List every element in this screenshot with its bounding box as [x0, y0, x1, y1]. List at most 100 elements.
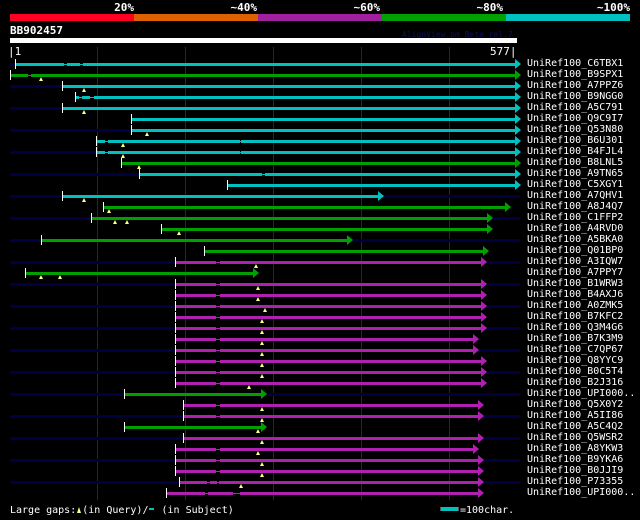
- legend-in-query: (in Query)/: [82, 505, 149, 516]
- subject-gap-line: [239, 152, 242, 153]
- end-arrow-icon: [487, 224, 494, 234]
- start-tick: [166, 488, 167, 498]
- scale-segment-60: [258, 14, 382, 21]
- subject-gap-line: [215, 306, 221, 307]
- alignment-bar[interactable]: [90, 217, 488, 220]
- alignment-bar[interactable]: [175, 283, 481, 286]
- alignment-bar[interactable]: [123, 426, 261, 429]
- alignment-bar[interactable]: [131, 129, 516, 132]
- start-tick: [175, 356, 176, 366]
- alignment-bar[interactable]: [175, 371, 481, 374]
- start-tick: [124, 422, 125, 432]
- end-arrow-icon: [515, 180, 522, 190]
- alignment-bar[interactable]: [175, 360, 481, 363]
- end-arrow-icon: [515, 147, 522, 157]
- subject-gap-line: [63, 64, 68, 65]
- alignment-bar[interactable]: [175, 316, 481, 319]
- alignment-bar[interactable]: [183, 415, 479, 418]
- subject-gap-line: [215, 383, 221, 384]
- end-arrow-icon: [515, 59, 522, 69]
- scale-label-60: ~60%: [353, 1, 381, 14]
- start-tick: [227, 180, 228, 190]
- alignment-bar[interactable]: [15, 63, 516, 66]
- subject-gap-line: [215, 449, 221, 450]
- alignment-bar[interactable]: [40, 239, 348, 242]
- start-tick: [139, 169, 140, 179]
- start-tick: [183, 433, 184, 443]
- start-tick: [175, 345, 176, 355]
- end-arrow-icon: [478, 400, 485, 410]
- legend-large-gaps: Large gaps:: [10, 505, 77, 516]
- end-arrow-icon: [480, 279, 487, 289]
- start-tick: [124, 389, 125, 399]
- alignment-bar[interactable]: [123, 393, 261, 396]
- end-arrow-icon: [482, 246, 489, 256]
- alignment-bar[interactable]: [103, 206, 505, 209]
- alignment-bar[interactable]: [139, 173, 516, 176]
- end-arrow-icon: [478, 433, 485, 443]
- subject-gap-line: [215, 372, 221, 373]
- alignment-bar[interactable]: [226, 184, 516, 187]
- subject-gap-line: [215, 317, 221, 318]
- ruler-start: |1: [8, 45, 22, 58]
- end-arrow-icon: [515, 92, 522, 102]
- subject-gap-line: [105, 141, 108, 142]
- end-arrow-icon: [515, 114, 522, 124]
- alignment-bar[interactable]: [175, 294, 481, 297]
- alignment-bar[interactable]: [165, 492, 479, 495]
- alignment-bar[interactable]: [61, 85, 516, 88]
- alignment-bar[interactable]: [61, 195, 378, 198]
- alignment-bar[interactable]: [175, 327, 481, 330]
- scale-segment-80: [382, 14, 506, 21]
- start-tick: [75, 92, 76, 102]
- alignment-bar[interactable]: [120, 162, 516, 165]
- end-arrow-icon: [480, 312, 487, 322]
- alignment-bar[interactable]: [175, 261, 481, 264]
- start-tick: [131, 125, 132, 135]
- alignment-bar[interactable]: [183, 404, 479, 407]
- subject-gap-line: [215, 460, 221, 461]
- end-arrow-icon: [478, 411, 485, 421]
- end-arrow-icon: [480, 367, 487, 377]
- alignment-bar[interactable]: [160, 228, 488, 231]
- alignment-bar[interactable]: [131, 118, 516, 121]
- alignment-bar[interactable]: [179, 481, 479, 484]
- scale-bar-icon: [440, 507, 459, 511]
- start-tick: [175, 444, 176, 454]
- scale-label-100: ~100%: [596, 1, 630, 14]
- hit-row[interactable]: UniRef100_UPI000..: [0, 487, 640, 499]
- start-tick: [161, 224, 162, 234]
- subject-gap-line: [79, 64, 84, 65]
- end-arrow-icon: [472, 334, 479, 344]
- alignment-bar[interactable]: [175, 382, 481, 385]
- alignment-bar[interactable]: [10, 74, 516, 77]
- query-gap-icon: [77, 507, 82, 513]
- subject-gap-line: [215, 416, 221, 417]
- alignment-bar[interactable]: [175, 459, 479, 462]
- start-tick: [62, 191, 63, 201]
- end-arrow-icon: [515, 103, 522, 113]
- subject-gap-icon: [149, 508, 155, 510]
- hit-label[interactable]: UniRef100_UPI000..: [527, 487, 635, 499]
- alignment-bar[interactable]: [175, 305, 481, 308]
- subject-gap-line: [261, 174, 266, 175]
- start-tick: [175, 334, 176, 344]
- alignment-bar[interactable]: [203, 250, 483, 253]
- alignment-bar[interactable]: [175, 470, 479, 473]
- alignment-bar[interactable]: [96, 140, 516, 143]
- start-tick: [175, 257, 176, 267]
- end-arrow-icon: [480, 378, 487, 388]
- alignment-bar[interactable]: [96, 151, 516, 154]
- end-arrow-icon: [480, 257, 487, 267]
- alignment-bar[interactable]: [183, 437, 479, 440]
- end-arrow-icon: [504, 202, 511, 212]
- alignment-bar[interactable]: [61, 107, 516, 110]
- subject-gap-line: [215, 295, 221, 296]
- end-arrow-icon: [478, 466, 485, 476]
- end-arrow-icon: [515, 70, 522, 80]
- start-tick: [121, 158, 122, 168]
- alignment-bar[interactable]: [75, 96, 516, 99]
- start-tick: [175, 455, 176, 465]
- subject-gap-line: [207, 482, 210, 483]
- subject-gap-line: [239, 141, 242, 142]
